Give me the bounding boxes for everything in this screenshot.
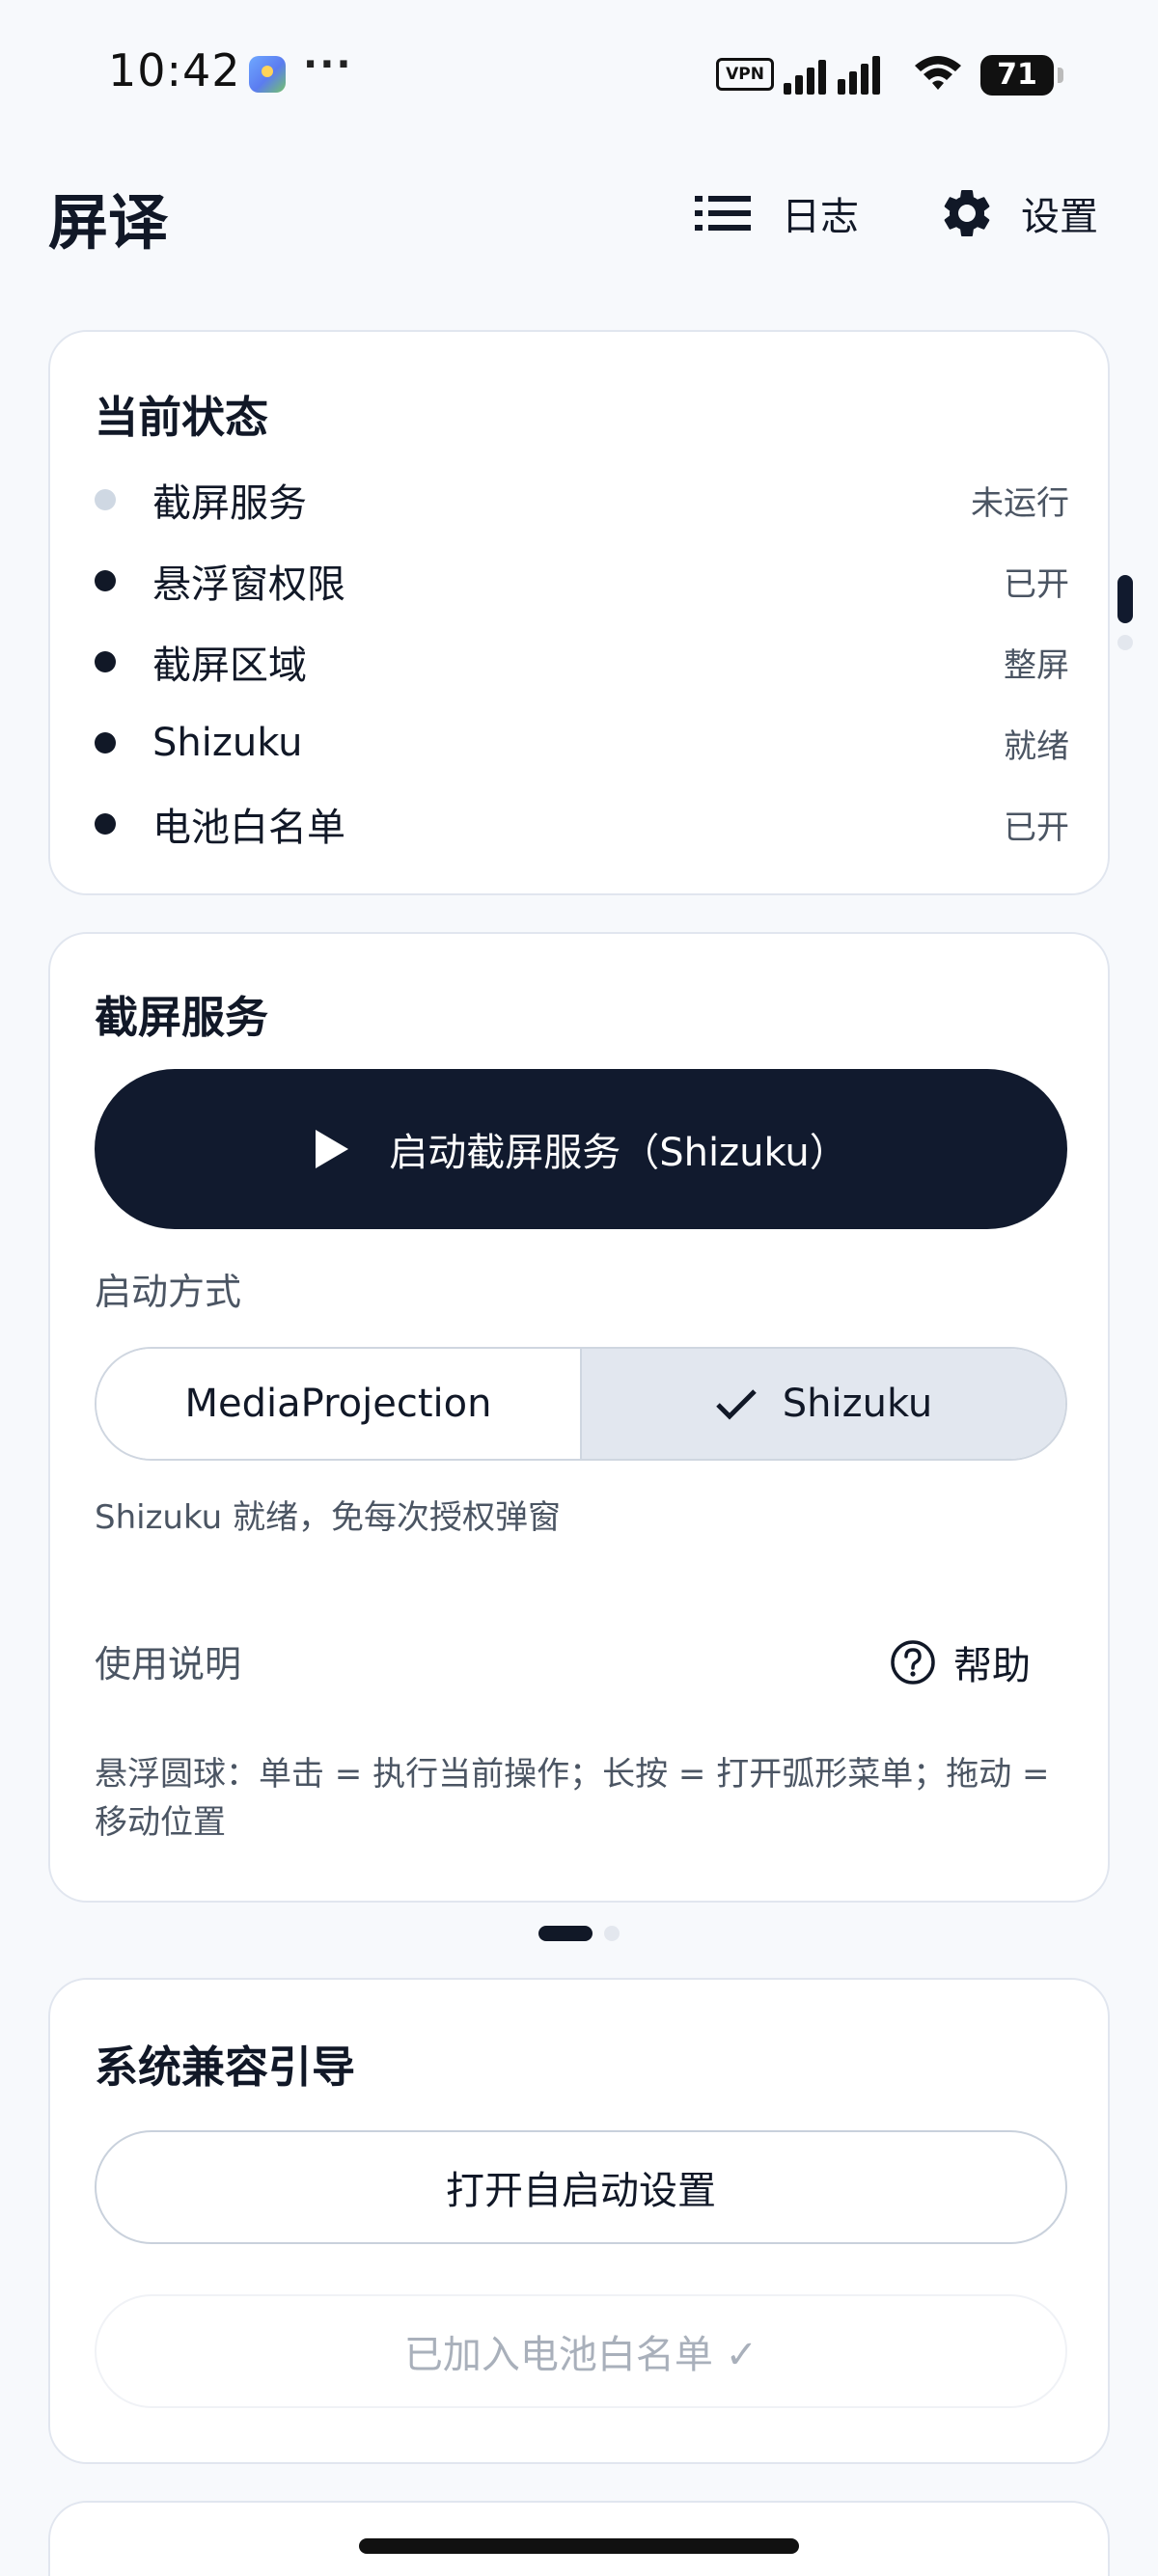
- status-dot: [95, 732, 116, 754]
- current-status-card: 当前状态 截屏服务 未运行 悬浮窗权限 已开 截屏区域 整屏 Shizuku 就…: [48, 330, 1110, 895]
- app-screen: 10:42 ··· VPN 71 屏译 日志 设置 当前状态 截屏服务 未运行 …: [0, 0, 1158, 2576]
- status-label: 电池白名单: [152, 806, 345, 850]
- open-autostart-settings-button[interactable]: 打开自启动设置: [95, 2130, 1067, 2244]
- status-value: 已开: [1004, 564, 1069, 604]
- page-title: 屏译: [48, 187, 169, 258]
- photo-app-icon: [249, 56, 286, 93]
- status-value: 已开: [1004, 808, 1069, 847]
- status-row-capture-service: 截屏服务 未运行: [95, 471, 1069, 529]
- help-button[interactable]: 帮助: [890, 1629, 1031, 1696]
- status-row-shizuku: Shizuku 就绪: [95, 714, 1069, 772]
- home-indicator[interactable]: [359, 2538, 799, 2554]
- status-label: Shizuku: [152, 721, 303, 765]
- status-label: 悬浮窗权限: [152, 562, 345, 607]
- launch-mode-toggle: MediaProjection Shizuku: [95, 1347, 1067, 1461]
- compat-guide-card: 系统兼容引导 打开自启动设置 已加入电池白名单 ✓: [48, 1978, 1110, 2464]
- usage-label: 使用说明: [95, 1643, 242, 1685]
- status-row-overlay-permission: 悬浮窗权限 已开: [95, 552, 1069, 610]
- clock: 10:42: [108, 44, 241, 96]
- help-label: 帮助: [953, 1644, 1031, 1688]
- status-label: 截屏服务: [152, 481, 307, 526]
- status-label: 截屏区域: [152, 644, 307, 688]
- status-value: 整屏: [1004, 645, 1069, 685]
- log-button[interactable]: 日志: [695, 179, 859, 247]
- status-value: 未运行: [971, 483, 1069, 523]
- segment-shizuku[interactable]: Shizuku: [582, 1349, 1065, 1459]
- cellular-signal-icon-2: [838, 56, 880, 95]
- status-dot: [95, 489, 116, 510]
- status-row-battery-whitelist: 电池白名单 已开: [95, 795, 1069, 853]
- check-icon: [715, 1389, 757, 1420]
- page-dot-active: [538, 1926, 593, 1941]
- page-indicator: [0, 1926, 1158, 1941]
- usage-text: 悬浮圆球：单击 = 执行当前操作；长按 = 打开弧形菜单；拖动 = 移动位置: [95, 1755, 1050, 1842]
- current-status-title: 当前状态: [95, 392, 269, 443]
- status-dot: [95, 570, 116, 591]
- scrollbar-track-dot: [1117, 635, 1133, 650]
- more-notifications-icon: ···: [303, 42, 353, 87]
- page-dot[interactable]: [604, 1926, 620, 1941]
- segment-mediaprojection[interactable]: MediaProjection: [96, 1349, 582, 1459]
- wifi-icon: [915, 56, 961, 90]
- status-row-capture-area: 截屏区域 整屏: [95, 633, 1069, 691]
- list-icon: [695, 196, 751, 231]
- scrollbar-thumb[interactable]: [1117, 575, 1133, 623]
- start-capture-service-label: 启动截屏服务（Shizuku）: [389, 1131, 848, 1175]
- segment-label: MediaProjection: [184, 1382, 492, 1426]
- launch-mode-label: 启动方式: [95, 1271, 242, 1313]
- help-circle-icon: [891, 1640, 935, 1685]
- settings-label: 设置: [1021, 195, 1098, 239]
- status-bar: 10:42 ··· VPN 71: [0, 0, 1158, 145]
- status-dot: [95, 651, 116, 672]
- battery-whitelist-button: 已加入电池白名单 ✓: [95, 2294, 1067, 2408]
- compat-guide-title: 系统兼容引导: [95, 2042, 356, 2093]
- status-dot: [95, 813, 116, 835]
- capture-service-title: 截屏服务: [95, 992, 269, 1043]
- log-label: 日志: [782, 195, 859, 239]
- segment-label: Shizuku: [782, 1382, 933, 1426]
- launch-mode-hint: Shizuku 就绪，免每次授权弹窗: [95, 1498, 561, 1537]
- battery-icon: 71: [980, 55, 1063, 96]
- capture-service-card: 截屏服务 启动截屏服务（Shizuku） 启动方式 MediaProjectio…: [48, 932, 1110, 1903]
- start-capture-service-button[interactable]: 启动截屏服务（Shizuku）: [95, 1069, 1067, 1229]
- vpn-icon: VPN: [716, 58, 774, 91]
- settings-button[interactable]: 设置: [938, 179, 1098, 247]
- gear-icon: [944, 190, 990, 236]
- play-icon: [316, 1130, 349, 1168]
- status-value: 就绪: [1004, 726, 1069, 766]
